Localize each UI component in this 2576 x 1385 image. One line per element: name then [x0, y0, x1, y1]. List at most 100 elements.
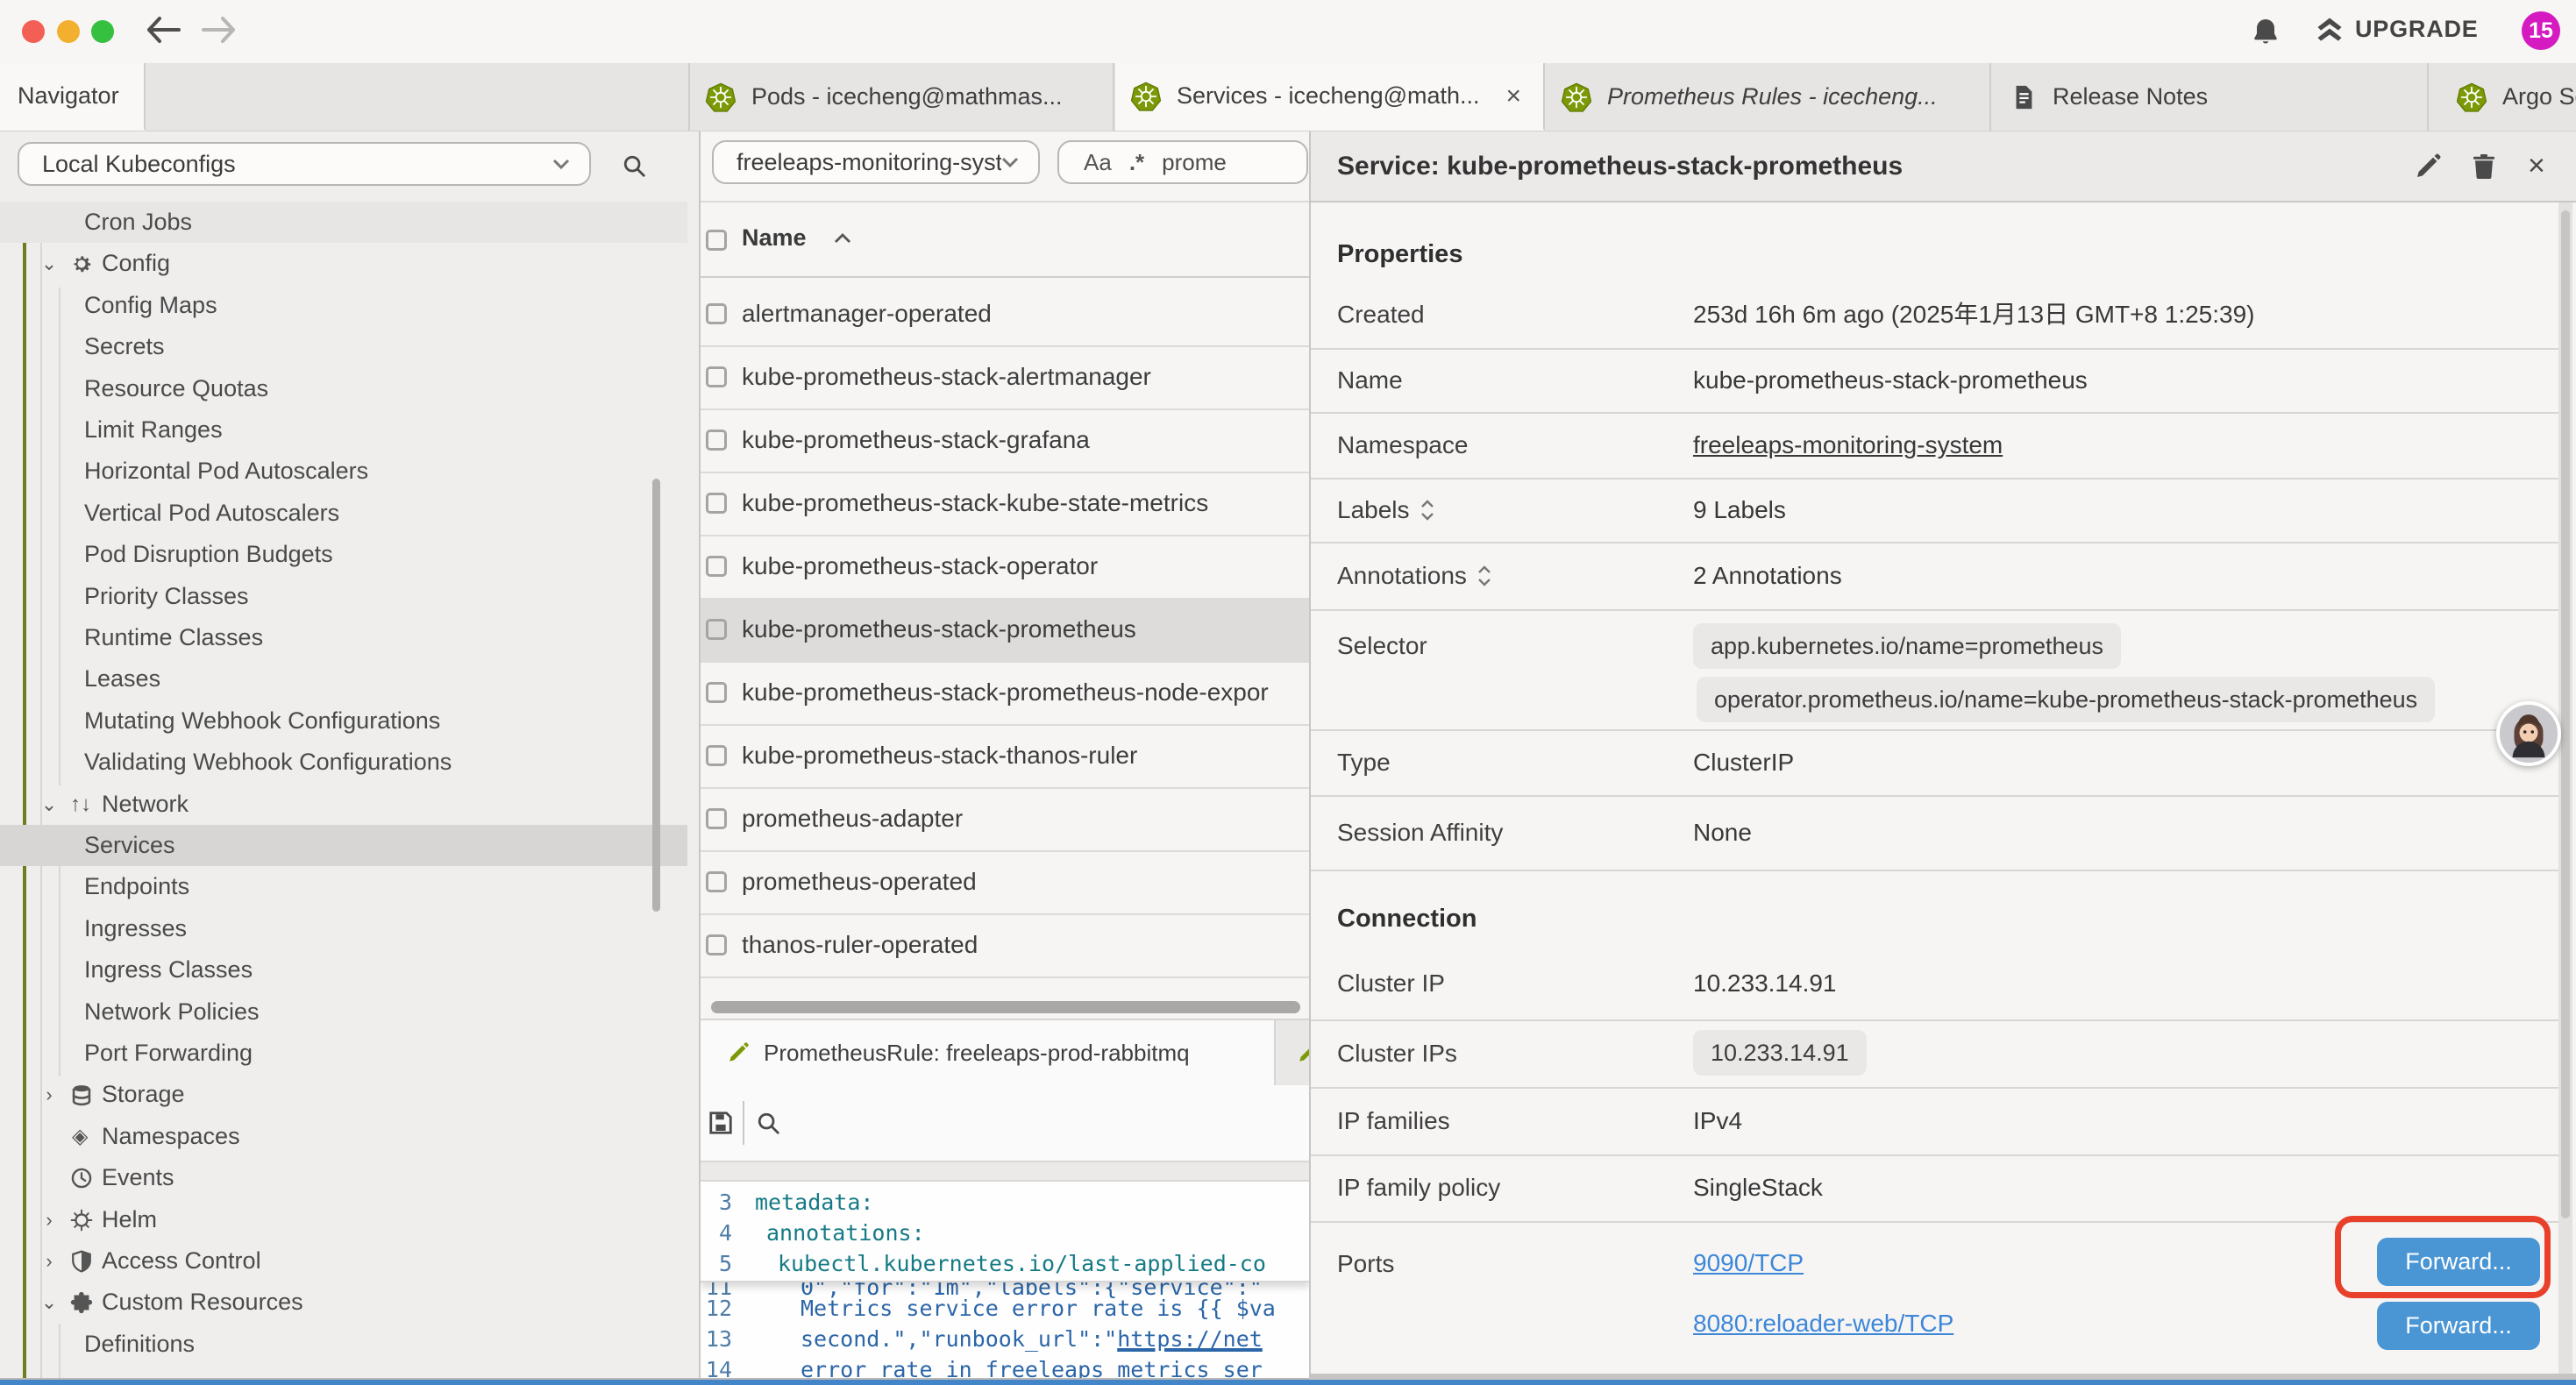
table-header-divider	[701, 276, 1309, 278]
edit-pencil-icon[interactable]	[2414, 153, 2442, 181]
select-all-checkbox[interactable]	[706, 230, 727, 251]
namespace-selected-value: freeleaps-monitoring-system	[714, 149, 1001, 176]
sidebar-item-network-policies[interactable]: Network Policies	[0, 991, 687, 1033]
sidebar-item-limit-ranges[interactable]: Limit Ranges	[0, 409, 687, 451]
app-window: UPGRADE 15 Navigator Pods - icecheng@mat…	[0, 0, 2576, 1385]
table-row[interactable]: prometheus-adapter	[701, 787, 1309, 852]
sidebar-item-config-maps[interactable]: Config Maps	[0, 285, 687, 326]
sort-ascending-icon[interactable]	[834, 233, 851, 244]
sidebar-group-storage[interactable]: › Storage	[0, 1074, 687, 1115]
port-link[interactable]: 9090/TCP	[1693, 1249, 1804, 1277]
forward-button[interactable]: Forward...	[2377, 1302, 2540, 1350]
sidebar-group-helm[interactable]: › Helm	[0, 1199, 687, 1240]
row-checkbox[interactable]	[706, 745, 727, 766]
table-row-selected[interactable]: kube-prometheus-stack-prometheus	[701, 598, 1309, 663]
tab-services[interactable]: Services - icecheng@math... ×	[1115, 63, 1545, 131]
sidebar-item-port-forwarding[interactable]: Port Forwarding	[0, 1033, 687, 1074]
sidebar-item-endpoints[interactable]: Endpoints	[0, 866, 687, 907]
tab-release-notes[interactable]: Release Notes	[1991, 63, 2429, 131]
table-row[interactable]: kube-prometheus-stack-kube-state-metrics	[701, 472, 1309, 536]
match-case-icon[interactable]: Aa	[1084, 149, 1112, 176]
sidebar-item-priority-classes[interactable]: Priority Classes	[0, 576, 687, 617]
sidebar-item-events[interactable]: Events	[0, 1157, 687, 1198]
regex-icon[interactable]: .*	[1129, 149, 1144, 176]
forward-arrow-icon[interactable]	[202, 16, 237, 46]
row-checkbox[interactable]	[706, 808, 727, 829]
row-checkbox[interactable]	[706, 366, 727, 387]
editor-tab-prometheusrule[interactable]: PrometheusRule: freeleaps-prod-rabbitmq	[701, 1020, 1276, 1085]
sidebar-group-config[interactable]: ⌄ Config	[0, 243, 687, 284]
horizontal-scrollbar-thumb[interactable]	[711, 1001, 1300, 1013]
back-arrow-icon[interactable]	[146, 16, 181, 46]
sidebar-item-leases[interactable]: Leases	[0, 658, 687, 700]
sidebar-item-definitions[interactable]: Definitions	[0, 1324, 687, 1365]
namespace-selector[interactable]: freeleaps-monitoring-system	[712, 140, 1040, 184]
traffic-light-close[interactable]	[22, 20, 45, 43]
save-icon[interactable]	[708, 1110, 734, 1136]
sidebar-item-namespaces[interactable]: ◈ Namespaces	[0, 1116, 687, 1157]
port-link[interactable]: 8080:reloader-web/TCP	[1693, 1310, 1953, 1338]
sidebar-item-cron-jobs[interactable]: Cron Jobs	[0, 202, 687, 243]
row-checkbox[interactable]	[706, 493, 727, 514]
row-checkbox[interactable]	[706, 556, 727, 577]
sidebar-group-access-control[interactable]: › Access Control	[0, 1240, 687, 1282]
notifications-badge[interactable]: 15	[2522, 11, 2560, 50]
tab-pods[interactable]: Pods - icecheng@mathmas...	[688, 63, 1114, 131]
editor-search-icon[interactable]	[755, 1110, 781, 1136]
sidebar-item-ingresses[interactable]: Ingresses	[0, 908, 687, 949]
trash-icon[interactable]	[2470, 153, 2498, 181]
avatar[interactable]	[2496, 701, 2561, 766]
table-row[interactable]: kube-prometheus-stack-alertmanager	[701, 345, 1309, 410]
close-tab-icon[interactable]: ×	[1506, 82, 1522, 111]
row-checkbox[interactable]	[706, 303, 727, 324]
sidebar-group-network[interactable]: ⌄ ↑↓ Network	[0, 784, 687, 825]
table-row[interactable]: alertmanager-operated	[701, 282, 1309, 347]
table-row[interactable]: prometheus-operated	[701, 850, 1309, 915]
sidebar-item-pod-disruption-budgets[interactable]: Pod Disruption Budgets	[0, 534, 687, 575]
close-panel-icon[interactable]: ×	[2528, 149, 2556, 177]
row-checkbox[interactable]	[706, 934, 727, 955]
sidebar-item-horizontal-pod-autoscalers[interactable]: Horizontal Pod Autoscalers	[0, 451, 687, 492]
row-checkbox[interactable]	[706, 871, 727, 892]
runbook-url-link[interactable]: https://net	[1117, 1326, 1263, 1352]
sidebar-item-resource-quotas[interactable]: Resource Quotas	[0, 368, 687, 409]
table-row[interactable]: kube-prometheus-stack-operator	[701, 535, 1309, 600]
search-icon[interactable]	[621, 153, 647, 179]
detail-row-cluster-ips: Cluster IPs 10.233.14.91	[1311, 1019, 2563, 1087]
kubeconfig-selector[interactable]: Local Kubeconfigs	[18, 142, 591, 186]
name-filter-input[interactable]: Aa .* prome	[1057, 140, 1308, 184]
sort-toggle-icon[interactable]	[1420, 500, 1434, 521]
sidebar-item-vertical-pod-autoscalers[interactable]: Vertical Pod Autoscalers	[0, 493, 687, 534]
table-row[interactable]: thanos-ruler-operated	[701, 913, 1309, 978]
sidebar-item-validating-webhook-configurations[interactable]: Validating Webhook Configurations	[0, 742, 687, 783]
cluster-ip-badge: 10.233.14.91	[1693, 1030, 1867, 1076]
editor-tab-partial[interactable]	[1277, 1020, 1309, 1085]
sidebar-item-runtime-classes[interactable]: Runtime Classes	[0, 617, 687, 658]
tab-argo[interactable]: Argo Se	[2429, 63, 2576, 131]
sidebar-group-custom-resources[interactable]: ⌄ Custom Resources	[0, 1282, 687, 1323]
sidebar-item-services[interactable]: Services	[0, 825, 687, 866]
bell-icon[interactable]	[2250, 16, 2281, 47]
detail-horizontal-scrollbar[interactable]	[1309, 1374, 2576, 1380]
sort-toggle-icon[interactable]	[1477, 565, 1491, 586]
kubernetes-icon	[1131, 82, 1161, 111]
yaml-editor[interactable]: 110","for":"1m","labels":{"service":" 12…	[701, 1182, 1309, 1378]
sidebar-scrollbar-thumb[interactable]	[652, 479, 660, 912]
table-row[interactable]: kube-prometheus-stack-grafana	[701, 408, 1309, 473]
table-row[interactable]: kube-prometheus-stack-prometheus-node-ex…	[701, 661, 1309, 726]
row-checkbox[interactable]	[706, 619, 727, 640]
sidebar-item-ingress-classes[interactable]: Ingress Classes	[0, 949, 687, 991]
upgrade-button[interactable]: UPGRADE	[2315, 16, 2479, 43]
namespace-link[interactable]: freeleaps-monitoring-system	[1693, 412, 2003, 478]
detail-scrollbar-thumb[interactable]	[2561, 210, 2570, 1218]
tab-prometheus-rules[interactable]: Prometheus Rules - icecheng...	[1546, 63, 1991, 131]
row-checkbox[interactable]	[706, 682, 727, 703]
tab-navigator[interactable]: Navigator	[0, 63, 146, 131]
sidebar-item-secrets[interactable]: Secrets	[0, 326, 687, 367]
sidebar-item-mutating-webhook-configurations[interactable]: Mutating Webhook Configurations	[0, 700, 687, 742]
row-checkbox[interactable]	[706, 430, 727, 451]
traffic-light-zoom[interactable]	[91, 20, 114, 43]
traffic-light-minimize[interactable]	[57, 20, 80, 43]
name-column-header[interactable]: Name	[742, 224, 807, 252]
table-row[interactable]: kube-prometheus-stack-thanos-ruler	[701, 724, 1309, 789]
